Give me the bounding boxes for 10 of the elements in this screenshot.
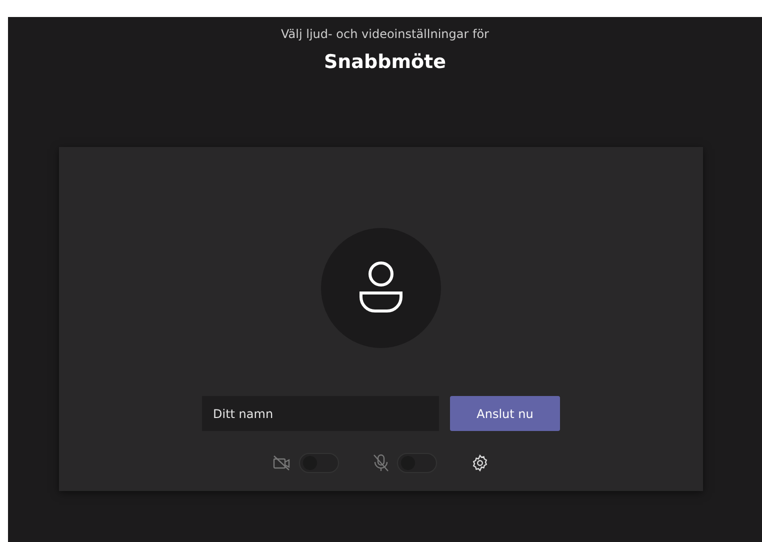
- join-button[interactable]: Anslut nu: [450, 396, 560, 431]
- toggle-switch[interactable]: [397, 453, 437, 473]
- subtitle: Välj ljud- och videoinställningar för: [281, 27, 489, 41]
- microphone-off-icon[interactable]: [373, 454, 389, 472]
- name-field[interactable]: Ditt namn: [202, 396, 439, 431]
- meeting-title: Snabbmöte: [324, 51, 446, 73]
- toggle-switch[interactable]: [299, 453, 339, 473]
- camera-off-icon[interactable]: [273, 455, 291, 471]
- person-icon: [358, 261, 404, 315]
- settings-icon[interactable]: [471, 454, 489, 472]
